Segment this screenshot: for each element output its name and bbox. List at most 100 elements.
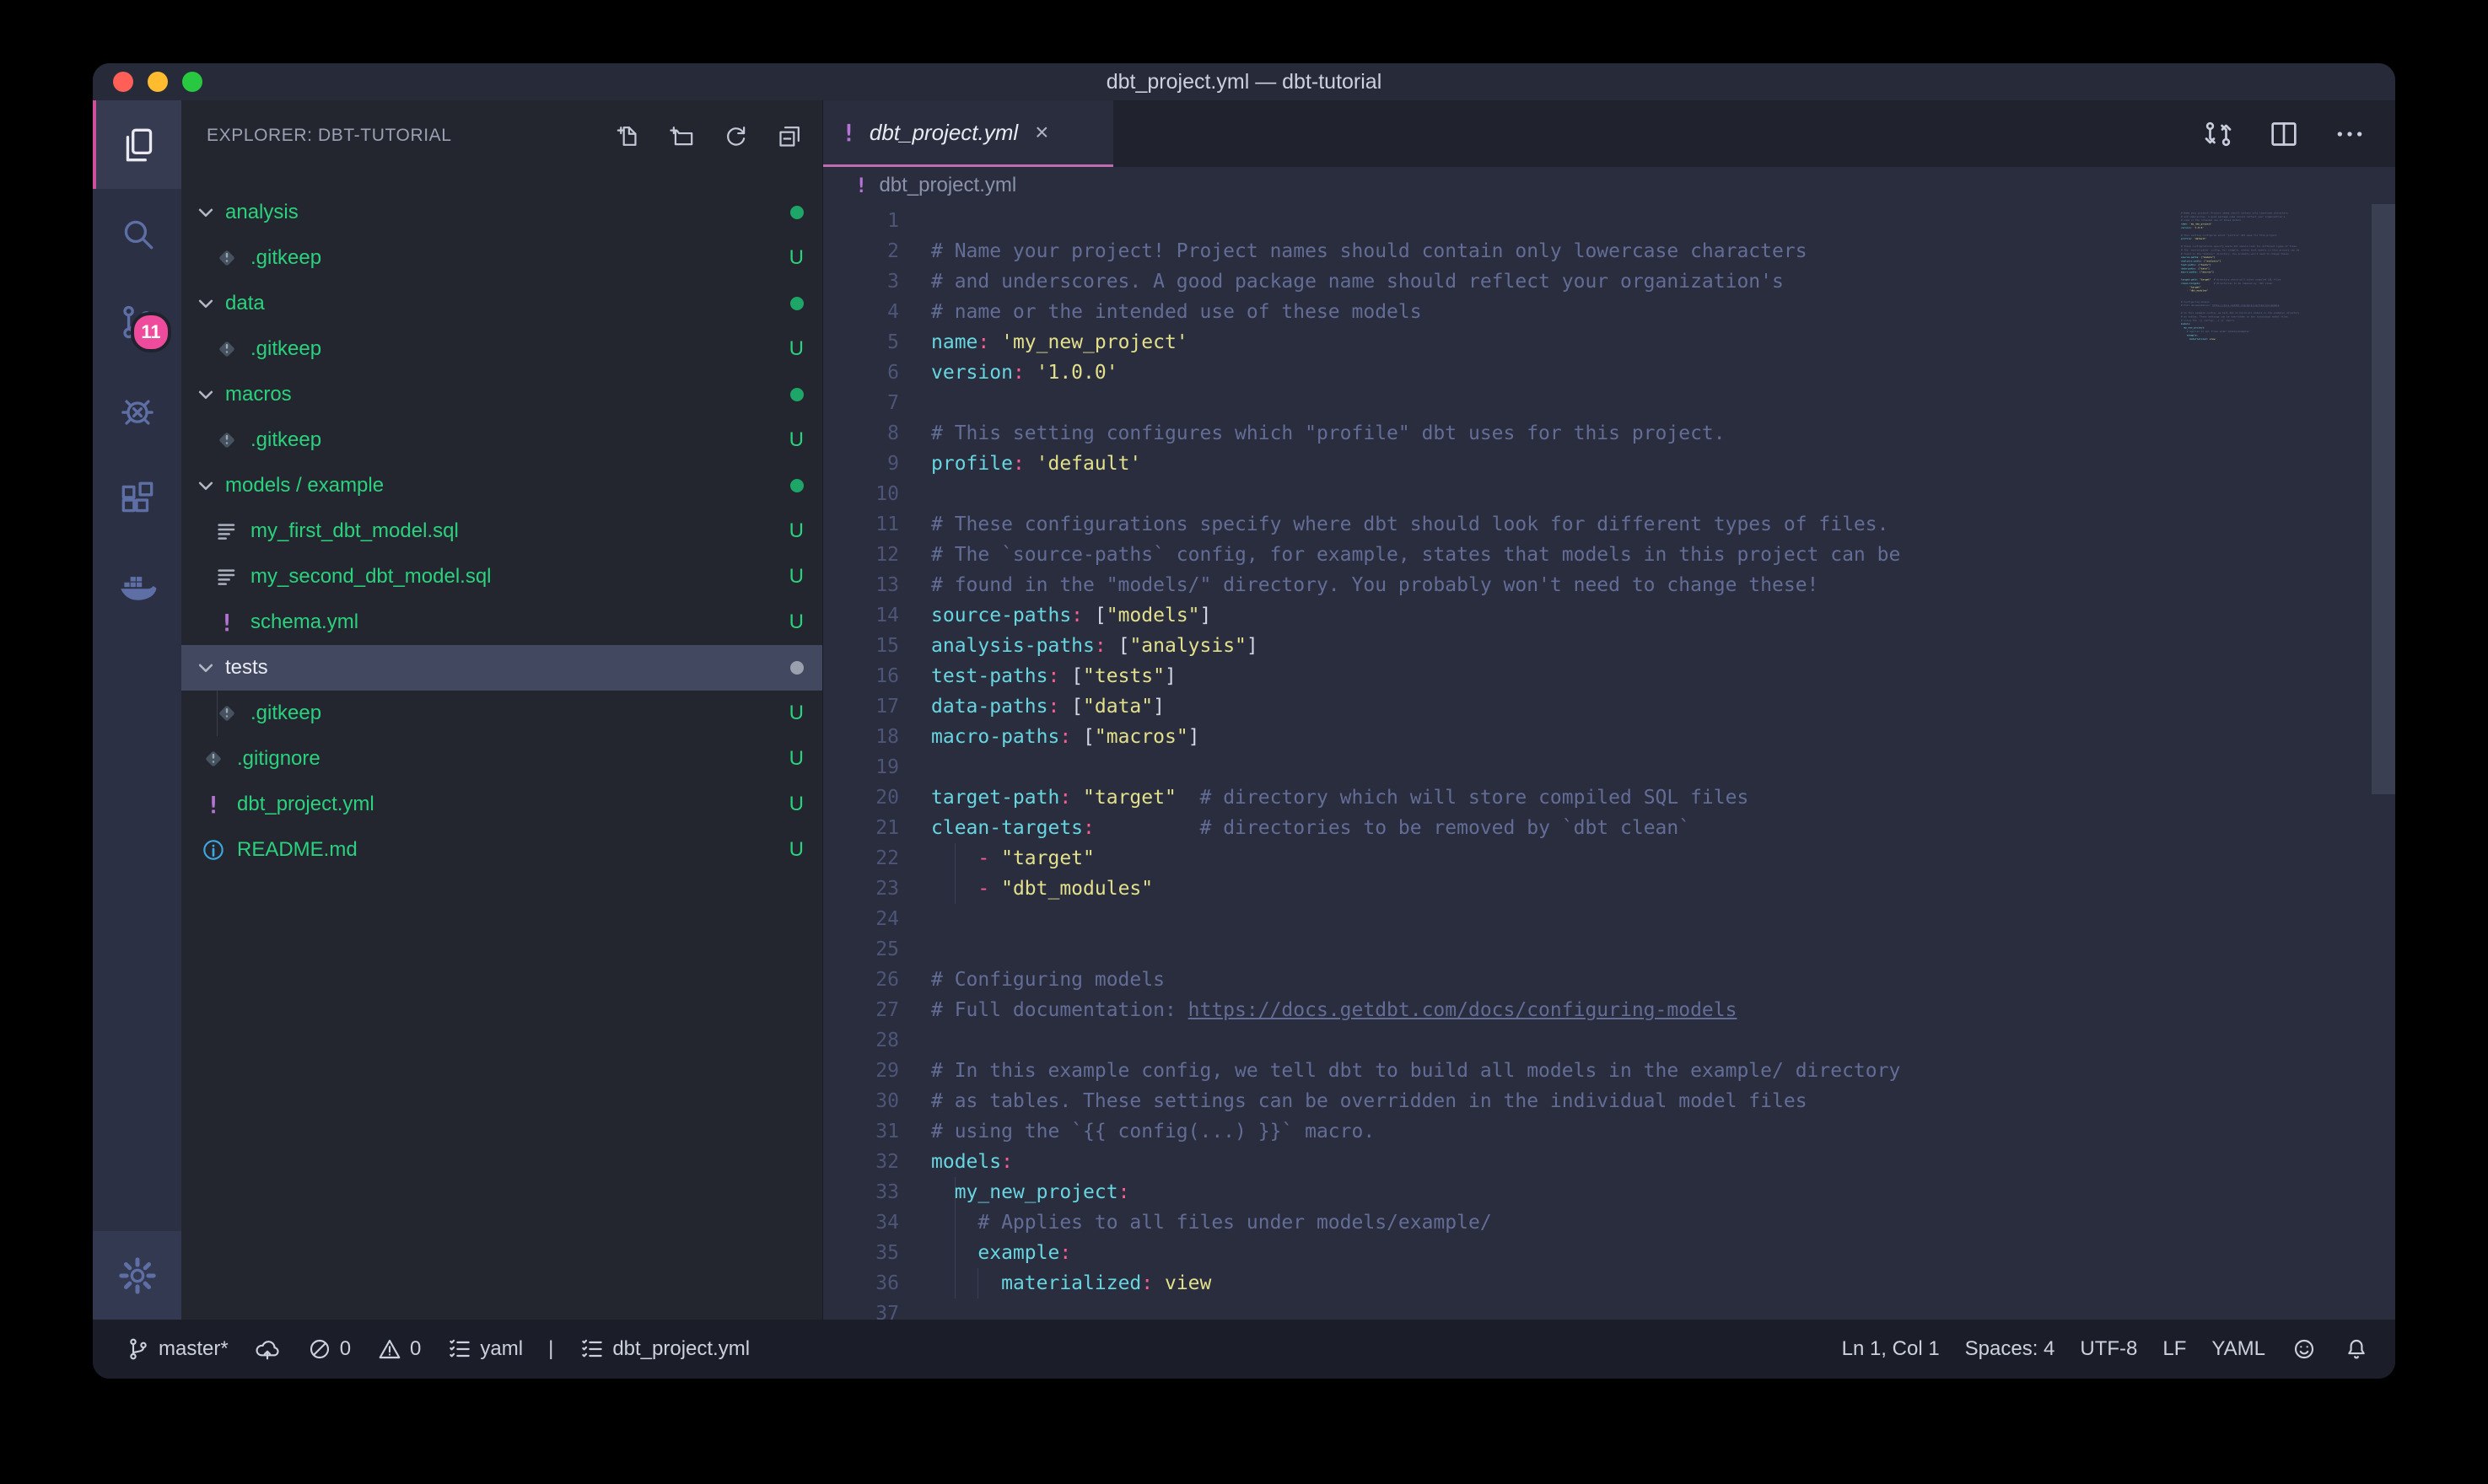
line-content: test-paths: ["tests"]	[899, 661, 2395, 691]
line-content	[899, 934, 2395, 965]
tree-file-schema-yml[interactable]: !schema.ymlU	[181, 600, 822, 645]
tree-folder-tests[interactable]: tests	[181, 645, 822, 691]
activity-source-control[interactable]: 11	[93, 277, 181, 366]
collapse-all-button[interactable]	[772, 118, 807, 153]
code-line-19: 19	[823, 752, 2395, 782]
status-warnings[interactable]: 0	[376, 1336, 421, 1363]
tab-dbt-project-yml[interactable]: ! dbt_project.yml ×	[823, 100, 1113, 167]
status-notifications[interactable]	[2343, 1336, 2370, 1363]
status-errors[interactable]: 0	[306, 1336, 351, 1363]
status-git-branch[interactable]: master*	[125, 1336, 229, 1363]
new-file-icon	[614, 122, 642, 150]
status-feedback[interactable]	[2291, 1336, 2318, 1363]
tree-folder-data[interactable]: data	[181, 281, 822, 326]
code-line-6: 6version: '1.0.0'	[823, 358, 2395, 388]
close-button[interactable]	[113, 72, 133, 92]
open-changes-button[interactable]	[2201, 117, 2235, 151]
line-number: 28	[823, 1025, 899, 1056]
split-editor-icon	[2267, 117, 2301, 151]
tree-file--gitignore[interactable]: .gitignoreU	[181, 736, 822, 782]
code-line-28: 28	[823, 1025, 2395, 1056]
code-editor[interactable]: 12# Name your project! Project names sho…	[823, 204, 2395, 1320]
code-line-34: 34 # Applies to all files under models/e…	[823, 1207, 2395, 1238]
code-line-22: 22 - "target"	[823, 843, 2395, 874]
code-line-12: 12# The `source-paths` config, for examp…	[823, 540, 2395, 570]
tree-file-my-first-dbt-model-sql[interactable]: my_first_dbt_model.sqlU	[181, 508, 822, 554]
activity-search[interactable]	[93, 189, 181, 277]
minimap[interactable]: 12# Name your project! Project names sho…	[2181, 207, 2368, 1320]
breadcrumb-item: dbt_project.yml	[879, 174, 1016, 197]
new-folder-button[interactable]	[664, 118, 699, 153]
tree-item-label: .gitkeep	[250, 702, 789, 725]
line-content	[899, 206, 2395, 236]
code-line-1: 1	[823, 206, 2395, 236]
git-status-badge: U	[789, 519, 804, 543]
activity-settings[interactable]	[93, 1231, 181, 1320]
new-folder-icon	[668, 122, 696, 150]
activity-explorer[interactable]	[93, 100, 181, 189]
chevron-down-icon	[193, 200, 218, 225]
list-file-icon	[213, 518, 240, 545]
status-encoding[interactable]: UTF-8	[2080, 1337, 2137, 1361]
activity-extensions[interactable]	[93, 454, 181, 543]
editor-scrollbar[interactable]	[2372, 204, 2395, 794]
folder-changes-dot	[790, 479, 804, 492]
status-language-mode[interactable]: YAML	[2211, 1337, 2265, 1361]
tree-file--gitkeep[interactable]: .gitkeepU	[181, 691, 822, 736]
tree-file-readme-md[interactable]: README.mdU	[181, 827, 822, 873]
tree-file-dbt-project-yml[interactable]: !dbt_project.ymlU	[181, 782, 822, 827]
line-content	[899, 904, 2395, 934]
line-number: 1	[823, 206, 899, 236]
debug-icon	[116, 390, 159, 432]
status-indentation[interactable]: Spaces: 4	[1965, 1337, 2055, 1361]
yaml-warning-icon: !	[200, 791, 227, 818]
tree-item-label: tests	[225, 656, 790, 680]
new-file-button[interactable]	[610, 118, 645, 153]
line-content: # This setting configures which "profile…	[899, 418, 2395, 449]
git-status-badge: U	[789, 428, 804, 452]
line-number: 18	[823, 722, 899, 752]
status-bar: master* 00 yaml | dbt_project.yml Ln 1, Col …	[93, 1320, 2395, 1379]
status-eol[interactable]: LF	[2162, 1337, 2186, 1361]
status-separator: |	[548, 1337, 553, 1361]
activity-docker[interactable]	[93, 543, 181, 632]
tree-file-my-second-dbt-model-sql[interactable]: my_second_dbt_model.sqlU	[181, 554, 822, 600]
line-number: 9	[823, 449, 899, 479]
code-line-21: 21clean-targets: # directories to be rem…	[823, 813, 2395, 843]
tree-file--gitkeep[interactable]: .gitkeepU	[181, 326, 822, 372]
tree-folder-macros[interactable]: macros	[181, 372, 822, 417]
zoom-button[interactable]	[182, 72, 202, 92]
yaml-warning-icon: !	[213, 609, 240, 636]
git-file-icon	[213, 245, 240, 272]
git-status-badge: U	[789, 246, 804, 270]
status-outline-file[interactable]: dbt_project.yml	[579, 1336, 750, 1363]
tree-folder-models-example[interactable]: models / example	[181, 463, 822, 508]
refresh-button[interactable]	[718, 118, 753, 153]
tree-file--gitkeep[interactable]: .gitkeepU	[181, 235, 822, 281]
minimize-button[interactable]	[148, 72, 168, 92]
tree-item-label: .gitignore	[237, 747, 789, 771]
activity-debug[interactable]	[93, 366, 181, 454]
line-content: # These configurations specify where dbt…	[899, 509, 2395, 540]
error-icon	[306, 1336, 333, 1363]
line-number: 7	[823, 388, 899, 418]
tree-item-label: dbt_project.yml	[237, 793, 789, 816]
breadcrumb[interactable]: ! dbt_project.yml	[823, 167, 2395, 204]
line-content	[899, 752, 2395, 782]
line-content	[899, 1298, 2395, 1320]
explorer-sidebar: EXPLORER: DBT-TUTORIAL analysis.gitkeepU…	[181, 100, 823, 1320]
code-line-16: 16test-paths: ["tests"]	[823, 661, 2395, 691]
split-editor-button[interactable]	[2267, 117, 2301, 151]
status-cursor-position[interactable]: Ln 1, Col 1	[1842, 1337, 1940, 1361]
status-outline-yaml[interactable]: yaml	[446, 1336, 523, 1363]
status-sync[interactable]	[254, 1336, 281, 1363]
close-icon[interactable]: ×	[1035, 119, 1048, 146]
tree-file--gitkeep[interactable]: .gitkeepU	[181, 417, 822, 463]
code-line-5: 5name: 'my_new_project'	[823, 327, 2395, 358]
git-file-icon	[213, 336, 240, 363]
more-actions-button[interactable]	[2333, 117, 2367, 151]
code-line-15: 15analysis-paths: ["analysis"]	[823, 631, 2395, 661]
code-line-8: 8# This setting configures which "profil…	[823, 418, 2395, 449]
title-bar[interactable]: dbt_project.yml — dbt-tutorial	[93, 63, 2395, 100]
tree-folder-analysis[interactable]: analysis	[181, 190, 822, 235]
